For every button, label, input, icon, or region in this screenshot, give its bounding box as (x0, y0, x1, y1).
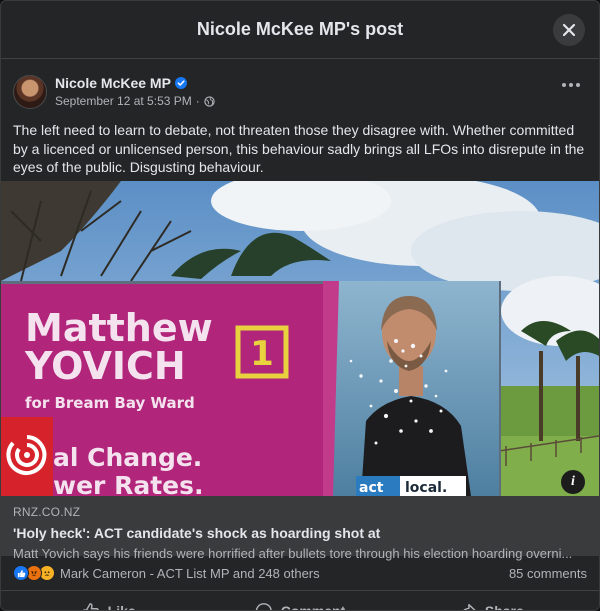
close-icon (562, 23, 576, 37)
post-modal: Nicole McKee MP's post Nicole McKee MP S… (0, 0, 600, 611)
like-reaction-icon (13, 565, 29, 581)
billboard-brand-2: local. (405, 480, 447, 496)
close-button[interactable] (553, 14, 585, 46)
comment-icon (255, 603, 272, 610)
billboard-ward: for Bream Bay Ward (25, 394, 195, 412)
post-actions: Like Comment Share (1, 591, 599, 611)
avatar[interactable] (13, 74, 47, 109)
comment-button[interactable]: Comment (204, 594, 395, 611)
billboard-slogan-2: wer Rates. (53, 471, 204, 496)
comments-count[interactable]: 85 comments (509, 566, 587, 581)
link-preview-meta[interactable]: RNZ.CO.NZ 'Holy heck': ACT candidate's s… (1, 496, 599, 561)
reactions-summary[interactable]: Mark Cameron - ACT List MP and 248 other… (60, 566, 320, 581)
share-icon (463, 603, 476, 610)
like-button[interactable]: Like (13, 594, 204, 611)
post-timestamp[interactable]: September 12 at 5:53 PM (55, 94, 192, 108)
post-text: The left need to learn to debate, not th… (13, 122, 585, 175)
author-block: Nicole McKee MP September 12 at 5:53 PM … (55, 75, 215, 108)
share-button[interactable]: Share (396, 594, 587, 611)
meta-separator: · (195, 94, 200, 108)
billboard-brand: act (359, 480, 384, 496)
link-description: Matt Yovich says his friends were horrif… (13, 546, 573, 561)
link-title[interactable]: 'Holy heck': ACT candidate's shock as ho… (13, 525, 587, 541)
reactions-row: Mark Cameron - ACT List MP and 248 other… (1, 556, 599, 591)
modal-title: Nicole McKee MP's post (196, 19, 404, 39)
link-domain: RNZ.CO.NZ (13, 505, 81, 519)
info-icon[interactable]: i (561, 470, 585, 494)
billboard-slogan-1: al Change. (53, 443, 202, 472)
like-label: Like (107, 603, 136, 611)
post-header: Nicole McKee MP September 12 at 5:53 PM … (1, 59, 599, 115)
billboard-number: 1 (250, 334, 274, 374)
thumbs-up-icon (82, 603, 99, 610)
link-preview-image[interactable]: Matthew YOVICH for Bream Bay Ward 1 al C… (1, 181, 599, 496)
billboard-photo: Matthew YOVICH for Bream Bay Ward 1 al C… (1, 181, 599, 496)
verified-badge-icon (174, 77, 187, 89)
author-name[interactable]: Nicole McKee MP (55, 75, 171, 91)
more-options-button[interactable] (559, 75, 583, 95)
billboard-last-name: YOVICH (24, 344, 186, 388)
reaction-icons[interactable] (13, 565, 55, 581)
modal-header: Nicole McKee MP's post (1, 1, 599, 59)
share-label: Share (484, 603, 524, 611)
globe-icon[interactable] (204, 95, 215, 107)
comment-label: Comment (280, 603, 346, 611)
